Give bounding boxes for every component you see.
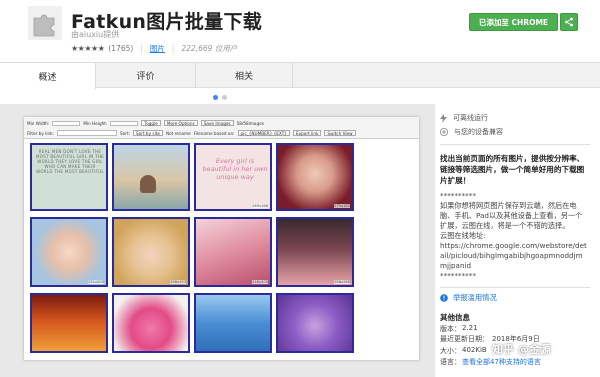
updated-row: 最近更新日期： 2018年6月9日 <box>440 334 540 344</box>
info-label: 语言： <box>440 358 461 366</box>
image-thumbnail[interactable] <box>194 293 272 353</box>
category-link[interactable]: 图片 <box>150 43 165 54</box>
tab-related[interactable]: 相关 <box>196 63 293 88</box>
image-size-label: 288x293 <box>170 280 186 284</box>
tab-reviews[interactable]: 评价 <box>96 63 196 88</box>
image-thumbnail[interactable] <box>112 293 190 353</box>
extension-author[interactable]: 由aiuxiu提供 <box>71 29 119 40</box>
image-thumbnail[interactable]: 248x200 <box>194 217 272 287</box>
save-images-button[interactable]: Save Images <box>200 120 234 126</box>
tab-overview[interactable]: 概述 <box>0 63 96 89</box>
filter-label: Filter by link: <box>27 130 54 136</box>
device-compatibility: 与您的设备兼容 <box>440 127 503 137</box>
user-count: 222,669 位用户 <box>181 44 238 53</box>
language-row: 语言： 查看全部47种支持的语言 <box>440 357 541 367</box>
image-size-label: 275x183 <box>334 204 350 208</box>
info-value[interactable]: 查看全部47种支持的语言 <box>462 357 541 367</box>
toolbar-row: Filter by link: Sort: Sort by site Not r… <box>27 130 356 136</box>
sort-label: Sort: <box>120 130 130 136</box>
carousel-dot-active[interactable] <box>213 95 218 100</box>
share-icon <box>565 17 573 27</box>
min-width-input[interactable] <box>52 120 81 126</box>
toolbar-row: Min Width: Min Height: Toggle More Optio… <box>27 120 264 126</box>
divider <box>440 144 590 145</box>
thumbnail-quote-text: Every girl is beautiful in her own uniqu… <box>202 157 268 181</box>
info-label: 版本： <box>440 325 461 333</box>
image-thumbnail[interactable] <box>276 293 354 353</box>
meta-separator: | <box>140 44 143 53</box>
tab-bar: 概述 评价 相关 <box>0 62 600 89</box>
more-options-button[interactable]: More Options <box>163 120 198 126</box>
switch-view-button[interactable]: Switch View <box>324 130 356 136</box>
rename-checkbox-label[interactable]: Not rename <box>166 131 191 136</box>
image-size-label: 248x200 <box>252 280 268 284</box>
watermark: 知乎 @金源 <box>492 343 551 356</box>
rating-count[interactable]: (1765) <box>108 44 133 53</box>
rating-stars[interactable]: ★★★★★ <box>71 44 105 53</box>
image-thumbnail[interactable]: 288x288 <box>276 217 354 287</box>
report-abuse-link[interactable]: 举报滥用情况 <box>440 293 497 303</box>
added-to-chrome-button[interactable]: 已添加至 CHROME <box>469 13 558 31</box>
info-value: 402KiB <box>462 346 487 354</box>
image-thumbnail[interactable] <box>30 293 108 353</box>
filename-pattern-input[interactable]: pic_{NUMBER}.{EXT} <box>237 130 290 136</box>
info-label: 最近更新日期： <box>440 335 489 343</box>
warning-icon <box>440 294 448 302</box>
extension-header: Fatkun图片批量下载 由aiuxiu提供 ★★★★★ (1765) | 图片… <box>0 0 600 62</box>
plus-icon <box>440 128 448 136</box>
offline-capable: 可离线运行 <box>440 113 488 123</box>
puzzle-piece-icon <box>28 6 62 40</box>
size-row: 大小： 402KiB <box>440 346 487 356</box>
other-info-heading: 其他信息 <box>440 313 470 322</box>
toggle-button[interactable]: Toggle <box>141 120 161 126</box>
export-link-button[interactable]: Export link <box>292 130 322 136</box>
carousel-dot[interactable] <box>222 95 227 100</box>
extension-meta: ★★★★★ (1765) | 图片 | 222,669 位用户 <box>71 43 237 54</box>
share-button[interactable] <box>560 13 578 31</box>
image-thumbnail[interactable]: 288x293 <box>112 217 190 287</box>
compat-label: 与您的设备兼容 <box>454 128 503 136</box>
image-count: 58/58images <box>236 120 264 126</box>
image-thumbnail[interactable]: REAL MEN DON'T LOVE THE MOST BEAUTIFUL G… <box>30 143 108 211</box>
version-row: 版本： 2.21 <box>440 324 478 334</box>
description-summary: 找出当前页面的所有图片，提供按分辨率、链接等筛选图片，做一个简单好用的下载图片扩… <box>440 154 585 185</box>
offline-label: 可离线运行 <box>453 114 488 122</box>
info-label: 大小： <box>440 347 461 355</box>
sort-select[interactable]: Sort by site <box>133 130 163 136</box>
image-size-label: 251x203 <box>88 280 104 284</box>
lightning-icon <box>440 113 447 123</box>
image-thumbnail[interactable]: 251x203 <box>30 217 108 287</box>
min-width-label: Min Width: <box>27 120 50 126</box>
meta-separator: | <box>171 44 175 53</box>
image-thumbnail[interactable]: 275x183 <box>276 143 354 211</box>
extension-screenshot[interactable]: Min Width: Min Height: Toggle More Optio… <box>24 117 419 360</box>
image-thumbnail[interactable] <box>112 143 190 211</box>
rename-options-label: Filename based on: <box>193 130 235 136</box>
filter-input[interactable] <box>57 130 117 136</box>
image-size-label: 269x168 <box>252 204 268 208</box>
image-thumbnail[interactable]: Every girl is beautiful in her own uniqu… <box>194 143 272 211</box>
extension-store-page: Fatkun图片批量下载 由aiuxiu提供 ★★★★★ (1765) | 图片… <box>0 0 600 377</box>
min-height-input[interactable] <box>110 120 139 126</box>
description-body: ********** 如果你想将网页图片保存到云端，然后在电脑、手机、Pad以及… <box>440 191 587 280</box>
thumbnail-quote-text: REAL MEN DON'T LOVE THE MOST BEAUTIFUL G… <box>36 149 104 174</box>
min-height-label: Min Height: <box>83 120 108 126</box>
thumbnail-figure <box>140 175 156 193</box>
divider <box>440 287 590 288</box>
image-size-label: 288x288 <box>334 280 350 284</box>
report-label[interactable]: 举报滥用情况 <box>453 293 497 303</box>
info-value: 2.21 <box>462 324 478 332</box>
fatkun-toolbar: Min Width: Min Height: Toggle More Optio… <box>24 117 419 139</box>
